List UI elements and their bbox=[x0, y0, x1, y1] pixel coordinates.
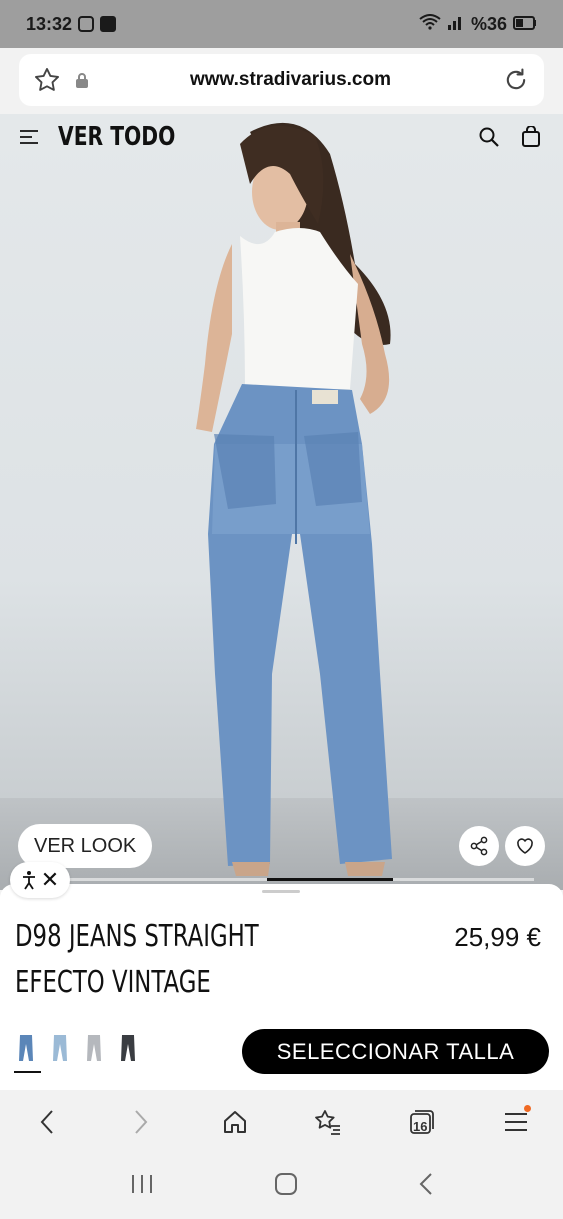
notification-dot bbox=[524, 1105, 532, 1112]
gallery-progress bbox=[30, 878, 534, 881]
product-name: D98 JEANS STRAIGHT EFECTO VINTAGE bbox=[15, 914, 334, 1006]
home-icon bbox=[223, 1111, 246, 1133]
back-chevron-icon bbox=[419, 1173, 432, 1195]
bookmarks-button[interactable] bbox=[303, 1097, 353, 1147]
battery-icon bbox=[513, 14, 537, 35]
reload-icon[interactable] bbox=[488, 54, 544, 106]
signal-icon bbox=[447, 14, 465, 35]
browser-toolbar: 16 bbox=[0, 1090, 563, 1154]
color-swatch[interactable] bbox=[48, 1034, 72, 1064]
accessibility-icon bbox=[22, 871, 35, 890]
share-button[interactable] bbox=[459, 826, 499, 866]
lock-icon bbox=[75, 72, 93, 88]
wishlist-button[interactable] bbox=[505, 826, 545, 866]
browser-url-bar[interactable]: www.stradivarius.com bbox=[19, 54, 544, 106]
instagram-icon bbox=[78, 16, 95, 32]
system-home-button[interactable] bbox=[274, 1172, 298, 1201]
product-image-gallery[interactable]: VER TODO VER LOOK bbox=[0, 114, 563, 890]
chevron-left-icon bbox=[40, 1110, 53, 1134]
status-time: 13:32 bbox=[26, 13, 73, 34]
menu-icon[interactable] bbox=[18, 119, 40, 155]
select-size-button[interactable]: SELECCIONAR TALLA bbox=[242, 1029, 549, 1074]
product-name-line2: EFECTO VINTAGE bbox=[15, 965, 211, 1000]
share-icon bbox=[470, 836, 488, 856]
browser-menu-button[interactable] bbox=[491, 1097, 541, 1147]
jeans-icon bbox=[121, 1035, 135, 1061]
wifi-icon bbox=[419, 13, 441, 35]
favorite-star-icon[interactable] bbox=[19, 54, 75, 106]
selected-swatch-indicator bbox=[14, 1071, 41, 1073]
product-name-line1: D98 JEANS STRAIGHT bbox=[15, 919, 259, 954]
hamburger-menu-icon bbox=[505, 1113, 528, 1131]
check-notification-icon bbox=[100, 16, 117, 32]
url-text[interactable]: www.stradivarius.com bbox=[93, 69, 488, 91]
status-bar: 13:32 %36 bbox=[0, 0, 563, 48]
battery-percent: %36 bbox=[470, 13, 507, 34]
jeans-icon bbox=[19, 1035, 33, 1061]
sheet-drag-handle[interactable] bbox=[262, 890, 300, 893]
tabs-button[interactable]: 16 bbox=[397, 1097, 447, 1147]
product-price: 25,99 € bbox=[454, 922, 541, 952]
system-nav-bar bbox=[0, 1154, 563, 1219]
home-square-icon bbox=[275, 1173, 298, 1195]
accessibility-widget[interactable]: ✕ bbox=[10, 862, 70, 898]
recent-apps-icon bbox=[132, 1175, 153, 1193]
color-swatches bbox=[14, 1034, 140, 1064]
home-button[interactable] bbox=[210, 1097, 260, 1147]
close-accessibility-icon[interactable]: ✕ bbox=[41, 867, 59, 893]
tab-count: 16 bbox=[412, 1118, 428, 1134]
color-swatch[interactable] bbox=[14, 1034, 38, 1064]
jeans-icon bbox=[87, 1035, 101, 1061]
browser-url-bar-area: www.stradivarius.com bbox=[0, 48, 563, 114]
back-button[interactable] bbox=[22, 1097, 72, 1147]
star-list-icon bbox=[315, 1110, 341, 1135]
gallery-progress-fill bbox=[266, 878, 393, 881]
page-title[interactable]: VER TODO bbox=[58, 122, 175, 152]
color-swatch[interactable] bbox=[82, 1034, 106, 1064]
product-info-panel: D98 JEANS STRAIGHT EFECTO VINTAGE 25,99 … bbox=[0, 884, 563, 1090]
color-swatch[interactable] bbox=[116, 1034, 140, 1064]
shopping-bag-icon[interactable] bbox=[513, 119, 549, 155]
forward-button[interactable] bbox=[116, 1097, 166, 1147]
site-header: VER TODO bbox=[0, 114, 563, 160]
recent-apps-button[interactable] bbox=[130, 1173, 154, 1200]
product-photo bbox=[196, 122, 392, 876]
jeans-icon bbox=[53, 1035, 67, 1061]
heart-icon bbox=[517, 838, 533, 854]
chevron-right-icon bbox=[134, 1110, 148, 1134]
search-icon[interactable] bbox=[471, 119, 507, 155]
system-back-button[interactable] bbox=[419, 1172, 433, 1201]
